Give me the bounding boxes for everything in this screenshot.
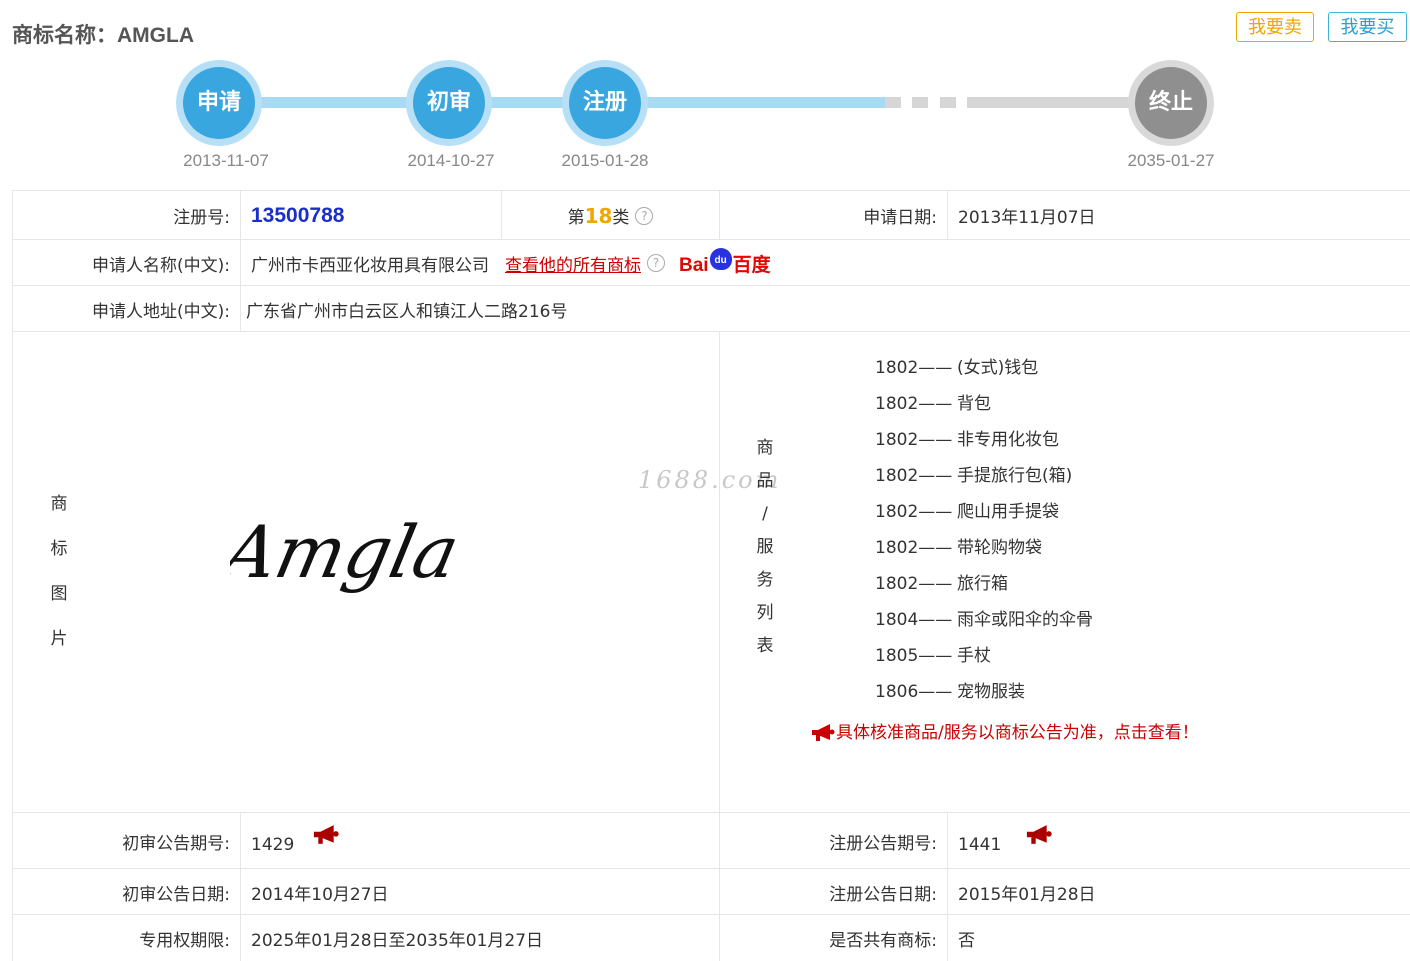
trademark-image-label: 商 标 图 片 <box>50 494 68 649</box>
timeline-node-label: 初审 <box>413 67 485 139</box>
timeline-date: 2013-11-07 <box>183 151 269 170</box>
applicant-name: 广州市卡西亚化妆用具有限公司 <box>251 255 489 276</box>
list-item: 1804—— 雨伞或阳伞的伞骨 <box>875 610 1093 630</box>
table-row: 注册号: 13500788 第 18 类? 申请日期: 2013年11月07日 <box>12 190 1410 240</box>
reg-pub-no-cell: 1441 <box>947 813 1410 869</box>
list-item: 1805—— 手杖 <box>875 646 991 666</box>
list-item: 1802—— 爬山用手提袋 <box>875 502 1059 522</box>
timeline-date: 2035-01-27 <box>1127 151 1215 170</box>
reg-no-cell: 13500788 <box>240 191 501 240</box>
page-title: 商标名称：AMGLA <box>12 24 194 47</box>
help-icon[interactable]: ? <box>635 206 654 225</box>
reg-no-label: 注册号: <box>12 191 240 240</box>
all-marks-link[interactable]: 查看他的所有商标 <box>505 251 641 276</box>
term-label: 专用权期限: <box>12 915 240 961</box>
reg-pub-date-value: 2015年01月28日 <box>947 869 1410 915</box>
apply-date-label: 申请日期: <box>719 191 947 240</box>
prelim-no-cell: 1429 <box>240 813 719 869</box>
timeline-date: 2014-10-27 <box>407 151 495 170</box>
timeline-node-apply: 申请 <box>176 60 262 146</box>
class-cell: 第 18 类? <box>501 191 719 240</box>
baidu-paw-icon: du <box>709 248 732 271</box>
prelim-date-value: 2014年10月27日 <box>240 869 719 915</box>
timeline-node-prelim: 初审 <box>406 60 492 146</box>
prelim-date-label: 初审公告日期: <box>12 869 240 915</box>
term-value: 2025年01月28日至2035年01月27日 <box>240 915 719 961</box>
timeline-date: 2015-01-28 <box>561 151 649 170</box>
buy-button[interactable]: 我要买 <box>1328 12 1407 42</box>
timeline-node-label: 注册 <box>569 67 641 139</box>
timeline-node-terminate: 终止 <box>1128 60 1214 146</box>
applicant-cell: 广州市卡西亚化妆用具有限公司 查看他的所有商标 ? Bai du 百度 <box>240 240 1410 286</box>
timeline-node-register: 注册 <box>562 60 648 146</box>
baidu-search-link[interactable]: Bai du 百度 <box>679 248 771 277</box>
apply-date-value: 2013年11月07日 <box>947 191 1410 240</box>
table-row: 初审公告日期: 2014年10月27日 注册公告日期: 2015年01月28日 <box>12 868 1410 915</box>
timeline-node-label: 申请 <box>183 67 255 139</box>
address-value: 广东省广州市白云区人和镇江人二路216号 <box>240 286 1410 332</box>
prelim-no-label: 初审公告期号: <box>12 813 240 869</box>
shared-value: 否 <box>947 915 1410 961</box>
reg-no-value: 13500788 <box>251 203 345 227</box>
reg-pub-date-label: 注册公告日期: <box>719 869 947 915</box>
table-row: 初审公告期号: 1429 注册公告期号: 1441 <box>12 812 1410 869</box>
goods-list: 1802—— (女式)钱包 1802—— 背包 1802—— 非专用化妆包 1802—… <box>875 350 1275 710</box>
megaphone-icon[interactable] <box>1023 824 1055 846</box>
list-item: 1802—— 旅行箱 <box>875 574 1008 594</box>
trademark-logo-text: Amgla <box>230 511 466 595</box>
list-item: 1802—— 手提旅行包(箱) <box>875 466 1073 486</box>
list-item: 1802—— 非专用化妆包 <box>875 430 1059 450</box>
class-number: 18 <box>584 203 613 228</box>
table-row: 申请人地址(中文): 广东省广州市白云区人和镇江人二路216号 <box>12 285 1410 332</box>
class-prefix: 第 <box>567 208 585 228</box>
timeline-node-label: 终止 <box>1135 67 1207 139</box>
sell-button[interactable]: 我要卖 <box>1236 12 1314 42</box>
reg-pub-no-label: 注册公告期号: <box>719 813 947 869</box>
table-row: 专用权期限: 2025年01月28日至2035年01月27日 是否共有商标: 否 <box>12 914 1410 961</box>
announcement-notice-link[interactable]: 具体核准商品/服务以商标公告为准，点击查看！ <box>810 718 1199 743</box>
goods-list-label: 商 品 / 服 务 列 表 <box>756 438 774 656</box>
prelim-no-value: 1429 <box>251 835 295 855</box>
megaphone-icon[interactable] <box>310 824 342 846</box>
timeline-dash <box>885 97 901 108</box>
list-item: 1802—— (女式)钱包 <box>875 358 1039 378</box>
table-row: 申请人名称(中文): 广州市卡西亚化妆用具有限公司 查看他的所有商标 ? Bai… <box>12 239 1410 286</box>
list-item: 1806—— 宠物服装 <box>875 682 1025 702</box>
list-item: 1802—— 背包 <box>875 394 991 414</box>
megaphone-icon <box>812 724 835 741</box>
timeline-dash <box>912 97 928 108</box>
timeline-progress-bar <box>220 97 885 108</box>
applicant-label: 申请人名称(中文): <box>12 240 240 286</box>
help-icon[interactable]: ? <box>647 254 665 272</box>
trademark-logo-image: Amgla <box>230 511 466 595</box>
shared-label: 是否共有商标: <box>719 915 947 961</box>
address-label: 申请人地址(中文): <box>12 286 240 332</box>
list-item: 1802—— 带轮购物袋 <box>875 538 1042 558</box>
reg-pub-no-value: 1441 <box>958 835 1002 855</box>
class-suffix: 类 <box>612 208 630 228</box>
timeline-dash <box>940 97 956 108</box>
